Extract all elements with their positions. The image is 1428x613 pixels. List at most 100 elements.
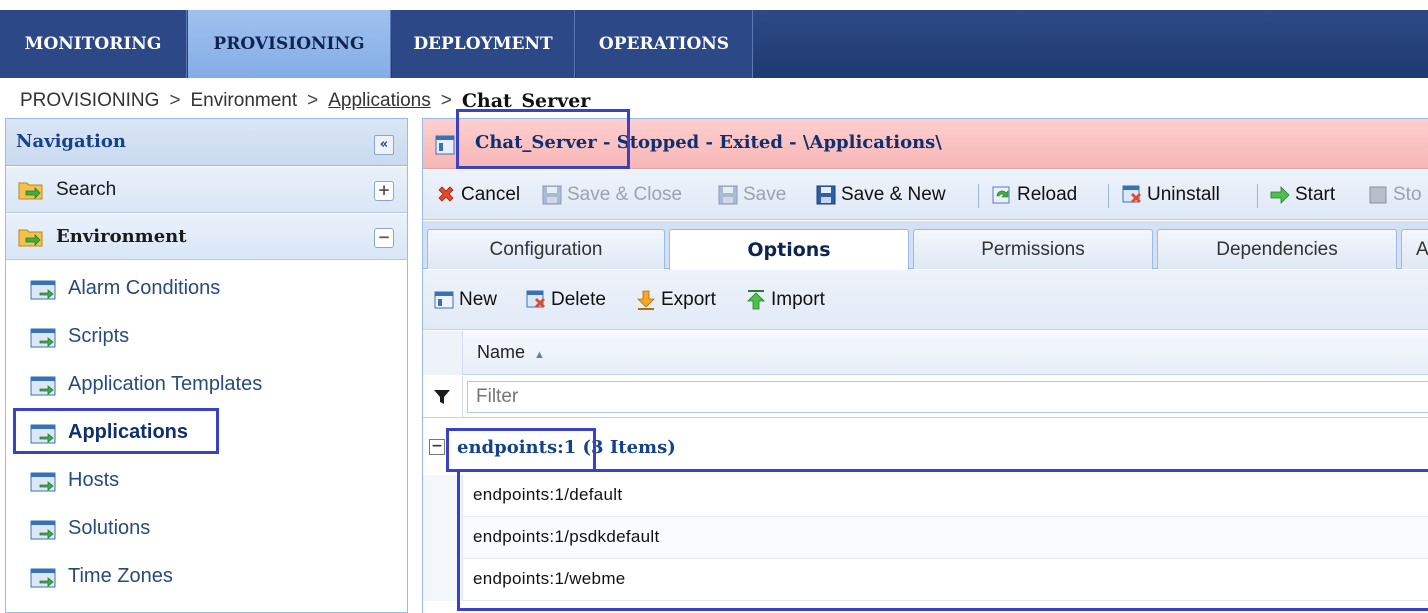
tab-monitoring[interactable]: MONITORING [0,10,187,78]
save-disk-icon [718,185,738,205]
expand-icon[interactable]: + [374,181,394,201]
nav-section-search-label: Search [56,179,117,200]
new-item-icon [434,291,454,309]
tab-partial[interactable]: A [1401,229,1428,269]
nav-section-environment[interactable]: Environment − [6,214,407,260]
breadcrumb-item-environment[interactable]: Environment [190,90,297,112]
group-count: (3 Items) [576,437,676,458]
option-name: endpoints:1/default [473,485,623,504]
cancel-button[interactable]: Cancel [435,182,520,208]
start-arrow-icon [1270,186,1290,204]
application-object-icon [435,135,455,155]
object-name: Chat_Server [475,132,597,153]
reload-icon [992,186,1010,204]
start-label: Start [1295,184,1336,205]
delete-option-button[interactable]: Delete [525,287,606,313]
tab-provisioning[interactable]: PROVISIONING [188,10,391,78]
nav-item-label: Time Zones [68,565,173,587]
nav-item-time-zones[interactable]: Time Zones [6,553,407,601]
object-title: Chat_Server - Stopped - Exited - \Applic… [475,132,942,153]
reload-button[interactable]: Reload [991,182,1077,208]
uninstall-label: Uninstall [1147,184,1220,205]
new-label: New [459,289,498,310]
nav-item-hosts[interactable]: Hosts [6,457,407,505]
tab-options[interactable]: Options [669,229,909,270]
save-button[interactable]: Save [717,182,786,208]
nav-item-label: Applications [68,421,189,443]
nav-item-scripts[interactable]: Scripts [6,313,407,361]
delete-label: Delete [551,289,606,310]
filter-icon-cell [423,376,463,418]
save-disk-icon [816,185,836,205]
breadcrumb-separator: > [440,90,452,111]
start-button[interactable]: Start [1269,182,1335,208]
nav-item-label: Application Templates [68,373,263,395]
options-toolbar: New Delete Export Import [423,270,1428,330]
tab-monitoring-label: MONITORING [24,34,162,54]
filter-input[interactable] [467,381,1428,413]
collapse-navigation-button[interactable]: « [374,135,394,155]
table-row[interactable]: endpoints:1/psdkdefault [423,517,1428,559]
filter-funnel-icon [434,390,450,404]
tab-permissions[interactable]: Permissions [913,229,1153,269]
tab-deployment[interactable]: DEPLOYMENT [392,10,575,78]
nav-item-solutions[interactable]: Solutions [6,505,407,553]
option-name: endpoints:1/webme [473,569,626,588]
breadcrumb-item-provisioning[interactable]: PROVISIONING [20,90,159,112]
toolbar-separator [1108,184,1109,208]
breadcrumb-item-applications[interactable]: Applications [328,90,430,112]
options-grid-header: Name ▲ [423,331,1428,375]
detail-tabstrip: Configuration Options Permissions Depend… [423,221,1428,270]
object-title-bar: Chat_Server - Stopped - Exited - \Applic… [423,119,1428,169]
tab-options-label: Options [747,239,831,261]
new-option-button[interactable]: New [433,287,497,313]
tab-operations[interactable]: OPERATIONS [576,10,753,78]
object-link-icon [30,472,56,492]
row-spacer [423,475,463,517]
save-close-label: Save & Close [567,184,683,205]
group-name: endpoints:1 [457,437,577,458]
stop-square-icon [1369,186,1387,204]
stop-button[interactable]: Sto [1367,182,1422,208]
table-row[interactable]: endpoints:1/webme [423,559,1428,601]
object-link-icon [30,328,56,348]
group-row-endpoints: − endpoints:1 (3 Items) [423,419,1428,475]
toolbar-separator [1257,184,1258,208]
table-row[interactable]: endpoints:1/default [423,475,1428,517]
tab-configuration[interactable]: Configuration [427,229,665,269]
nav-item-applications[interactable]: Applications [6,409,407,457]
navigation-title: Navigation [16,131,126,152]
tab-dependencies-label: Dependencies [1216,238,1338,260]
collapse-icon[interactable]: − [374,228,394,248]
object-link-icon [30,424,56,444]
nav-section-search[interactable]: Search + [6,167,407,213]
import-label: Import [771,289,825,310]
top-menu-bar: MONITORING PROVISIONING DEPLOYMENT OPERA… [0,0,1428,86]
cancel-x-icon [438,186,454,202]
save-close-button[interactable]: Save & Close [541,182,682,208]
row-spacer [423,559,463,601]
save-new-button[interactable]: Save & New [815,182,946,208]
breadcrumb-current: Chat_Server [461,90,591,112]
nav-item-application-templates[interactable]: Application Templates [6,361,407,409]
name-column-header[interactable]: Name ▲ [477,342,545,363]
export-arrow-icon [637,290,655,310]
name-column-label: Name [477,342,526,362]
collapse-group-icon[interactable]: − [429,439,445,455]
group-label: endpoints:1 (3 Items) [457,437,676,458]
tab-dependencies[interactable]: Dependencies [1157,229,1397,269]
breadcrumb-separator: > [307,90,319,111]
folder-arrow-icon [18,229,43,247]
tab-operations-label: OPERATIONS [598,34,730,54]
object-editor: Chat_Server - Stopped - Exited - \Applic… [422,118,1428,613]
nav-item-label: Scripts [68,325,130,347]
uninstall-button[interactable]: Uninstall [1121,182,1220,208]
import-button[interactable]: Import [745,287,825,313]
nav-item-alarm-conditions[interactable]: Alarm Conditions [6,265,407,313]
tab-partial-label: A [1416,238,1428,260]
tab-permissions-label: Permissions [981,238,1085,260]
nav-item-label: Alarm Conditions [68,277,221,299]
object-link-icon [30,568,56,588]
export-button[interactable]: Export [635,287,716,313]
navigation-header: Navigation « [6,119,407,166]
